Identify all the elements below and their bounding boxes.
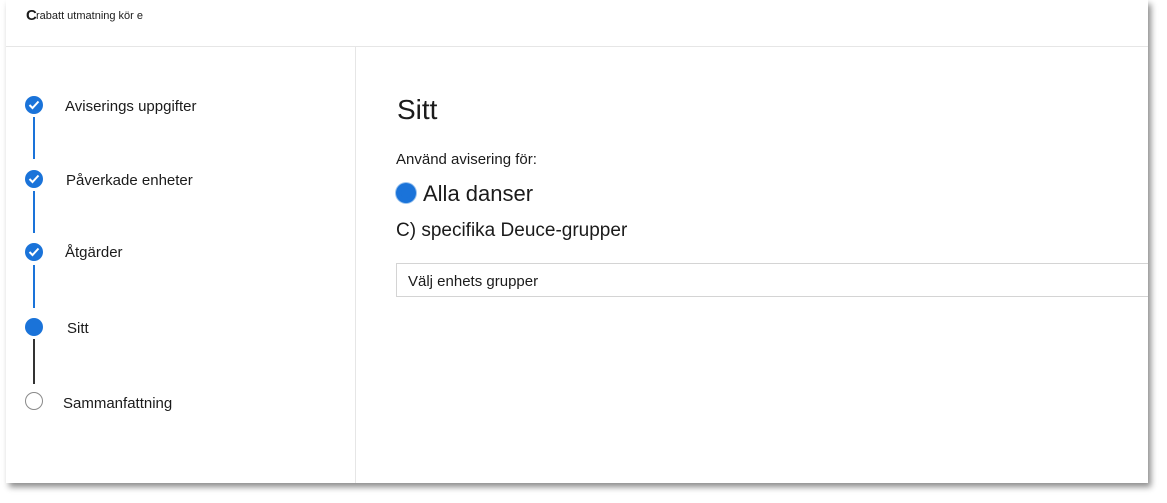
step-connector	[33, 265, 35, 308]
title-bar: C rabatt utmatning kör e	[6, 0, 1148, 47]
radio-all-devices-label[interactable]: Alla danser	[423, 181, 533, 207]
step-label-aviserings-uppgifter[interactable]: Aviserings uppgifter	[65, 98, 196, 115]
step-connector	[33, 339, 35, 384]
page-title: Sitt	[397, 94, 438, 125]
step-connector	[33, 191, 35, 233]
wizard-window: C rabatt utmatning kör e Aviserings uppg…	[6, 0, 1148, 483]
scope-question: Använd avisering för:	[396, 151, 537, 168]
step-label-atgarder[interactable]: Åtgärder	[65, 244, 123, 261]
radio-selected-icon[interactable]	[396, 183, 416, 203]
step-connector	[33, 117, 35, 159]
checkmark-icon	[25, 170, 43, 188]
pending-step-circle-icon	[25, 392, 43, 410]
checkmark-icon	[25, 243, 43, 261]
step-label-paverkade-enheter[interactable]: Påverkade enheter	[66, 172, 193, 189]
device-groups-select[interactable]: Välj enhets grupper	[396, 263, 1148, 297]
window-title: rabatt utmatning kör e	[36, 10, 144, 22]
radio-specific-groups[interactable]: C) specifika Deuce-grupper	[396, 220, 627, 242]
current-step-dot-icon	[25, 318, 43, 336]
wizard-steps-sidebar: Aviserings uppgifter Påverkade enheter Å…	[6, 47, 356, 483]
step-label-sammanfattning[interactable]: Sammanfattning	[63, 395, 172, 412]
main-panel: Sitt Använd avisering för: Alla danser C…	[356, 47, 1148, 483]
device-groups-placeholder: Välj enhets grupper	[408, 273, 539, 290]
step-label-sitt[interactable]: Sitt	[67, 320, 89, 337]
checkmark-icon	[25, 96, 43, 114]
